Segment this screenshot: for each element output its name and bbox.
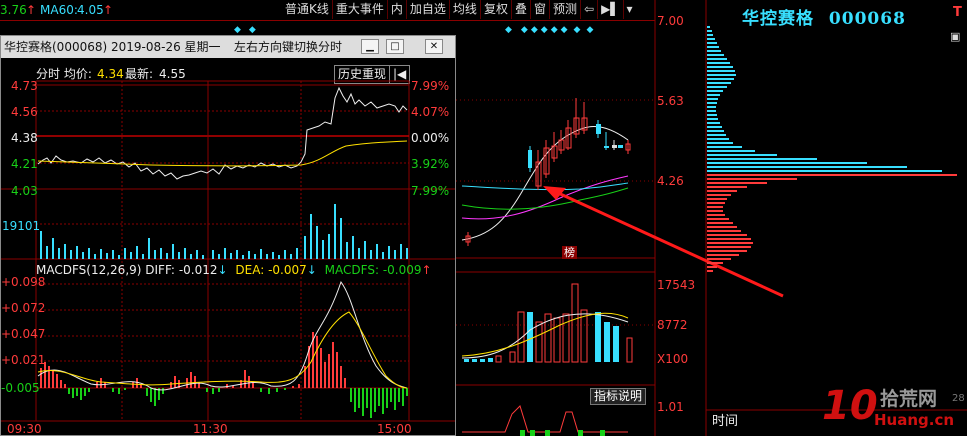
annotation-arrowhead-icon	[543, 186, 566, 200]
candlesticks	[465, 98, 631, 246]
volume-scale-mid: 8772	[657, 318, 688, 332]
indicator-help-button[interactable]: 指标说明	[590, 388, 647, 405]
macd-histogram	[40, 332, 408, 418]
diff-value: -0.012	[178, 263, 218, 277]
volume-max-tick: 19101	[2, 219, 41, 233]
macdfs-label: MACDFS:	[324, 263, 379, 277]
ma5-line	[461, 126, 629, 241]
watermark-domain: Huang.cn	[874, 411, 955, 429]
pct-tick-right: 3.92%	[411, 157, 450, 171]
macd-label: MACDFS(12,26,9)	[36, 263, 142, 277]
price-tick-left: 4.03	[11, 184, 38, 198]
price-scale-top: 7.00	[657, 14, 684, 28]
macd-tick: +0.098	[1, 275, 46, 289]
time-tick-close: 15:00	[377, 422, 412, 436]
price-tick-left: 4.56	[11, 105, 38, 119]
indicator-scale-value: 1.01	[657, 400, 684, 414]
macdfs-up-arrow-icon: ↑	[421, 263, 432, 277]
dea-down-arrow-icon: ↓	[306, 263, 317, 277]
macd-tick: +0.047	[1, 327, 46, 341]
macd-header: MACDFS(12,26,9) DIFF: -0.012↓ DEA: -0.00…	[36, 263, 432, 277]
pct-tick-right: 4.07%	[411, 105, 450, 119]
price-scale-low: 4.26	[657, 174, 684, 188]
time-tick-open: 09:30	[7, 422, 42, 436]
chip-distribution	[707, 26, 957, 272]
pct-tick-right: 7.99%	[411, 184, 450, 198]
copy-icon[interactable]: ▣	[950, 30, 960, 43]
stock-flag: T	[953, 5, 962, 20]
macdfs-value: -0.009	[382, 263, 422, 277]
volume-scale-top: 17543	[657, 278, 696, 292]
ma20-line	[461, 187, 629, 210]
price-scale-mid: 5.63	[657, 94, 684, 108]
watermark-digits: 10	[822, 383, 878, 429]
macd-tick: -0.005	[1, 381, 40, 395]
chips-time-label: 时间	[712, 414, 739, 429]
volume-unit: X100	[657, 352, 689, 366]
stock-code: 000068	[828, 9, 906, 29]
watermark-partial-number: 28	[952, 393, 965, 404]
price-tick-left: 4.73	[11, 79, 38, 93]
diff-down-arrow-icon: ↓	[217, 263, 228, 277]
watermark-cn: 拾荒网	[880, 388, 938, 410]
macd-dea-line	[37, 311, 408, 389]
pct-tick-right: 7.99%	[411, 79, 450, 93]
intraday-window[interactable]: 华控赛格(000068) 2019-08-26 星期一 左右方向键切换分时 ▁ …	[0, 35, 456, 436]
stock-title: 华控赛格 000068	[742, 4, 906, 29]
volume-bars	[461, 283, 633, 363]
price-tick-left: 4.21	[11, 157, 38, 171]
intraday-chart[interactable]	[1, 36, 455, 435]
stock-name: 华控赛格	[742, 9, 814, 29]
diff-label: DIFF:	[145, 263, 175, 277]
bang-badge[interactable]: 榜	[562, 246, 577, 259]
intraday-volume-bars	[40, 204, 408, 259]
indicator-bars	[462, 405, 628, 436]
price-tick-left: 4.38	[11, 131, 38, 145]
macd-tick: +0.021	[1, 353, 46, 367]
macd-tick: +0.072	[1, 301, 46, 315]
pct-tick-right: 0.00%	[411, 131, 450, 145]
dea-value: -0.007	[268, 263, 307, 277]
time-tick-noon: 11:30	[193, 422, 228, 436]
dea-label: DEA:	[235, 263, 265, 277]
